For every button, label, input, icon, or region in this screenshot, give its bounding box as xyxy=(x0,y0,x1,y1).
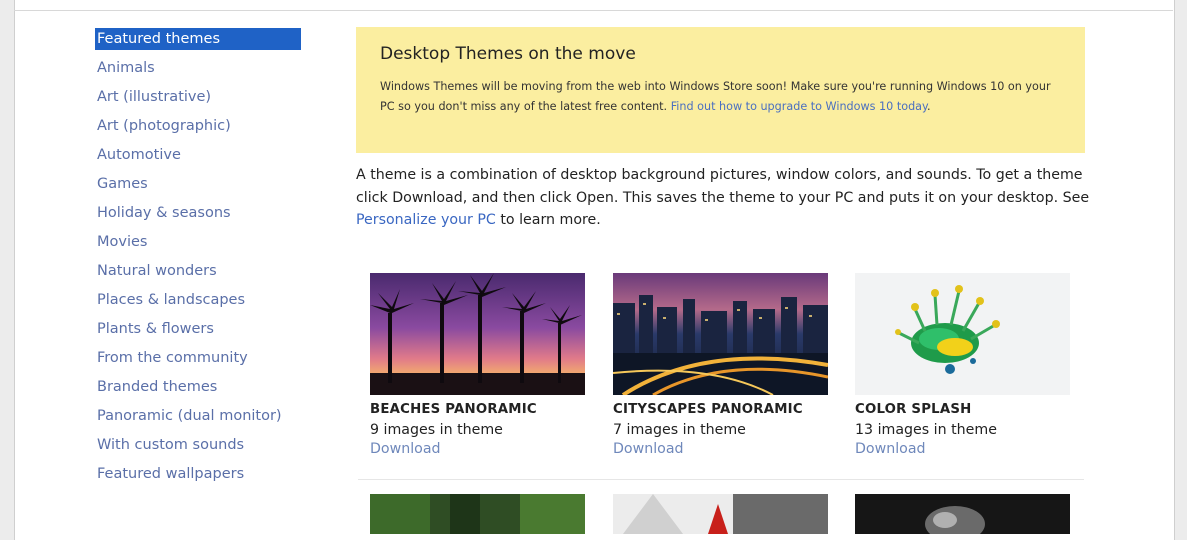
sidebar-item-from-community[interactable]: From the community xyxy=(95,347,301,376)
theme-thumbnail-abstract[interactable] xyxy=(613,494,828,534)
intro-suffix: to learn more. xyxy=(500,212,601,228)
theme-tile-beaches: BEACHES PANORAMIC 9 images in theme Down… xyxy=(370,273,585,457)
sidebar-item-games[interactable]: Games xyxy=(95,173,301,202)
notice-title: Desktop Themes on the move xyxy=(380,44,636,64)
sidebar-item-branded-themes[interactable]: Branded themes xyxy=(95,376,301,405)
sidebar-item-animals[interactable]: Animals xyxy=(95,57,301,86)
sidebar-item-automotive[interactable]: Automotive xyxy=(95,144,301,173)
sidebar-item-art-photographic[interactable]: Art (photographic) xyxy=(95,115,301,144)
sidebar-item-natural-wonders[interactable]: Natural wonders xyxy=(95,260,301,289)
tile-row-divider xyxy=(358,479,1084,480)
sidebar-item-featured-wallpapers[interactable]: Featured wallpapers xyxy=(95,463,301,492)
theme-image-count: 13 images in theme xyxy=(855,422,997,438)
sidebar-item-plants-flowers[interactable]: Plants & flowers xyxy=(95,318,301,347)
category-sidebar: Featured themes Animals Art (illustrativ… xyxy=(95,28,301,492)
theme-thumbnail-dark[interactable] xyxy=(855,494,1070,534)
cityscape-night-thumbnail[interactable] xyxy=(613,273,828,395)
color-splash-thumbnail[interactable] xyxy=(855,273,1070,395)
sidebar-item-movies[interactable]: Movies xyxy=(95,231,301,260)
theme-title: COLOR SPLASH xyxy=(855,402,972,417)
sidebar-item-places-landscapes[interactable]: Places & landscapes xyxy=(95,289,301,318)
download-link[interactable]: Download xyxy=(855,441,1070,457)
sidebar-item-panoramic[interactable]: Panoramic (dual monitor) xyxy=(95,405,301,434)
theme-image-count: 9 images in theme xyxy=(370,422,503,438)
upgrade-link[interactable]: Find out how to upgrade to Windows 10 to… xyxy=(671,100,927,113)
sidebar-item-holiday-seasons[interactable]: Holiday & seasons xyxy=(95,202,301,231)
sidebar-item-art-illustrative[interactable]: Art (illustrative) xyxy=(95,86,301,115)
notice-period: . xyxy=(927,100,931,113)
notice-banner: Desktop Themes on the move Windows Theme… xyxy=(356,27,1085,153)
personalize-link[interactable]: Personalize your PC xyxy=(356,212,496,228)
theme-tile-cityscapes: CITYSCAPES PANORAMIC 7 images in theme D… xyxy=(613,273,828,457)
download-link[interactable]: Download xyxy=(370,441,585,457)
theme-image-count: 7 images in theme xyxy=(613,422,746,438)
theme-title: BEACHES PANORAMIC xyxy=(370,402,537,417)
beach-sunset-thumbnail[interactable] xyxy=(370,273,585,395)
intro-text: A theme is a combination of desktop back… xyxy=(356,167,1090,206)
theme-title: CITYSCAPES PANORAMIC xyxy=(613,402,803,417)
header-divider xyxy=(14,10,1173,11)
theme-tile-color-splash: COLOR SPLASH 13 images in theme Download xyxy=(855,273,1070,457)
notice-body: Windows Themes will be moving from the w… xyxy=(380,77,1063,117)
sidebar-item-featured-themes[interactable]: Featured themes xyxy=(95,28,301,50)
download-link[interactable]: Download xyxy=(613,441,828,457)
sidebar-item-custom-sounds[interactable]: With custom sounds xyxy=(95,434,301,463)
theme-thumbnail-forest[interactable] xyxy=(370,494,585,534)
intro-paragraph: A theme is a combination of desktop back… xyxy=(356,164,1096,232)
